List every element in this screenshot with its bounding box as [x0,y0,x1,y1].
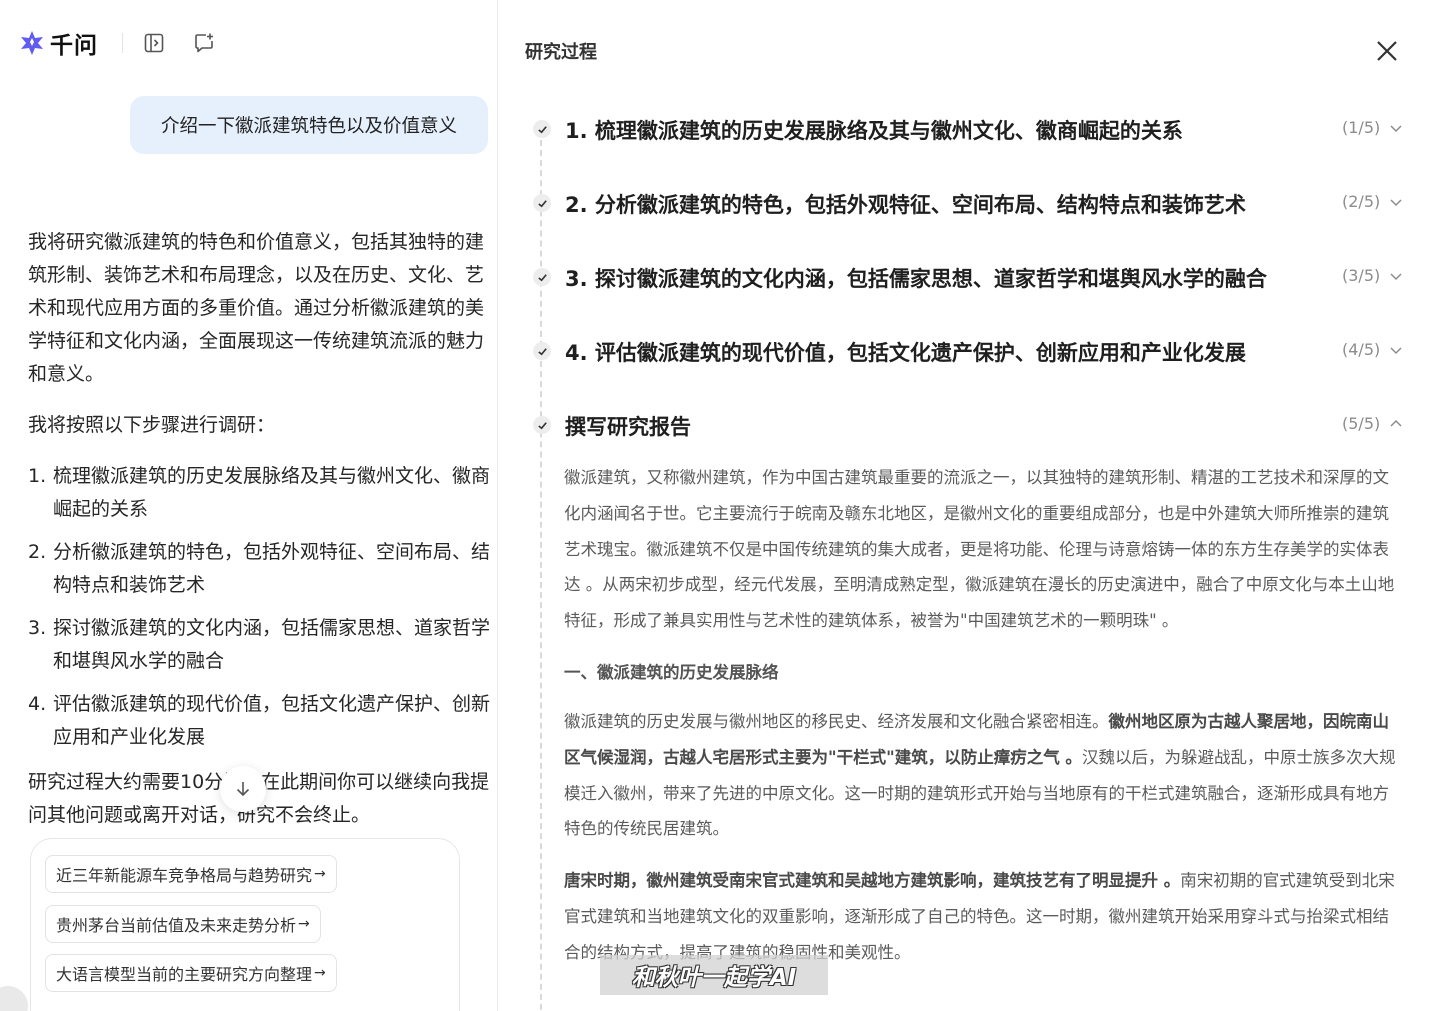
suggestion-chip[interactable]: 近三年新能源车竞争格局与趋势研究 → [45,855,337,893]
step-title: 1. 梳理徽派建筑的历史发展脉络及其与徽州文化、徽商崛起的关系 [565,119,1183,143]
steps-intro: 我将按照以下步骤进行调研： [28,414,276,436]
new-chat-icon [195,33,213,53]
arrow-down-icon [236,782,250,797]
chat-column: 千问 介绍一下徽派建筑特色以及价值意义 我将研究徽派建筑的特色和价值意义，包括其… [0,0,497,1011]
chevron-down-icon [1390,273,1402,281]
watermark: 和秋叶一起学AI [600,955,828,995]
list-item: 3. 探讨徽派建筑的文化内涵，包括儒家思想、道家哲学和堪舆风水学的融合 [28,617,491,672]
app-window: 千问 介绍一下徽派建筑特色以及价值意义 我将研究徽派建筑的特色和价值意义，包括其… [0,0,1432,1011]
close-icon [1377,41,1397,61]
step-title: 3. 探讨徽派建筑的文化内涵，包括儒家思想、道家哲学和堪舆风水学的融合 [565,267,1267,291]
arrow-right-icon: → [298,916,310,932]
list-item: 4. 评估徽派建筑的现代价值，包括文化遗产保护、创新应用和产业化发展 [28,693,491,748]
step-count: (4/5) [1342,340,1381,359]
arrow-right-icon: → [314,866,326,882]
assistant-answer: 我将研究徽派建筑的特色和价值意义，包括其独特的建筑形制、装饰艺术和布局理念，以及… [28,226,490,832]
research-panel: 研究过程 1. 梳理徽派建筑的历史发展脉络及其与徽州文化、徽商崛起的关系 (1/… [498,0,1432,1011]
research-step-4[interactable]: 4. 评估徽派建筑的现代价值，包括文化遗产保护、创新应用和产业化发展 (4/5) [498,331,1432,371]
sidebar-icon [144,33,164,53]
collapse-handle[interactable] [0,986,28,1011]
check-icon [533,342,551,360]
report-paragraph: 徽派建筑的历史发展与徽州地区的移民史、经济发展和文化融合紧密相连。徽州地区原为古… [564,711,1396,839]
research-step-2[interactable]: 2. 分析徽派建筑的特色，包括外观特征、空间布局、结构特点和装饰艺术 (2/5) [498,183,1432,223]
report-section-heading: 一、徽派建筑的历史发展脉络 [564,662,779,682]
logo[interactable]: 千问 [18,26,98,60]
chevron-down-icon [1390,347,1402,355]
research-report: 徽派建筑，又称徽州建筑，作为中国古建筑最重要的流派之一，以其独特的建筑形制、精湛… [564,460,1404,971]
report-paragraph: 徽派建筑，又称徽州建筑，作为中国古建筑最重要的流派之一，以其独特的建筑形制、精湛… [564,468,1395,631]
research-step-1[interactable]: 1. 梳理徽派建筑的历史发展脉络及其与徽州文化、徽商崛起的关系 (1/5) [498,109,1432,149]
step-count: (2/5) [1342,192,1381,211]
answer-intro: 我将研究徽派建筑的特色和价值意义，包括其独特的建筑形制、装饰艺术和布局理念，以及… [28,231,485,385]
app-name: 千问 [50,33,98,59]
research-step-5[interactable]: 撰写研究报告 (5/5) [498,405,1432,445]
chevron-down-icon [1390,199,1402,207]
panel-title: 研究过程 [525,42,597,63]
steps-list: 1. 梳理徽派建筑的历史发展脉络及其与徽州文化、徽商崛起的关系 2. 分析徽派建筑的… [28,460,490,754]
step-count: (3/5) [1342,266,1381,285]
new-chat-button[interactable] [189,28,219,58]
chevron-up-icon [1390,419,1402,427]
qianwen-logo-icon [21,31,43,55]
suggestion-chip[interactable]: 贵州茅台当前估值及未来走势分析 → [45,905,321,943]
research-step-3[interactable]: 3. 探讨徽派建筑的文化内涵，包括儒家思想、道家哲学和堪舆风水学的融合 (3/5… [498,257,1432,297]
scroll-to-bottom-button[interactable] [220,766,266,812]
divider [122,33,123,53]
step-title: 2. 分析徽派建筑的特色，包括外观特征、空间布局、结构特点和装饰艺术 [565,193,1246,217]
step-title: 4. 评估徽派建筑的现代价值，包括文化遗产保护、创新应用和产业化发展 [565,341,1246,365]
top-bar: 千问 [18,26,239,60]
check-icon [533,194,551,212]
arrow-right-icon: → [314,965,326,981]
chevron-down-icon [1390,125,1402,133]
step-count: (1/5) [1342,118,1381,137]
check-icon [533,268,551,286]
list-item: 2. 分析徽派建筑的特色，包括外观特征、空间布局、结构特点和装饰艺术 [28,541,491,596]
user-message-bubble: 介绍一下徽派建筑特色以及价值意义 [130,96,488,154]
check-icon [533,416,551,434]
list-item: 1. 梳理徽派建筑的历史发展脉络及其与徽州文化、徽商崛起的关系 [28,465,491,520]
step-count: (5/5) [1342,414,1381,433]
suggestion-chip[interactable]: 大语言模型当前的主要研究方向整理 → [45,954,337,992]
toggle-sidebar-button[interactable] [139,28,169,58]
close-panel-button[interactable] [1372,36,1402,66]
check-icon [533,120,551,138]
suggestion-panel: 近三年新能源车竞争格局与趋势研究 → 贵州茅台当前估值及未来走势分析 → 大语言模型… [30,838,460,1011]
step-title: 撰写研究报告 [565,415,691,439]
